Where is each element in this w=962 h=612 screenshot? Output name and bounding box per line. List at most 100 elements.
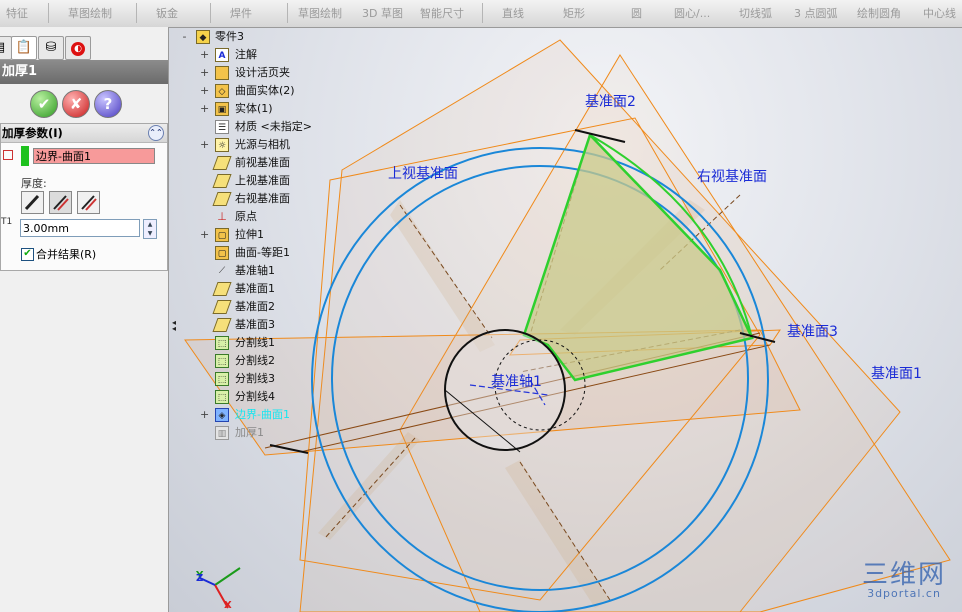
tree-item-label: 分割线4: [235, 390, 275, 403]
tree-item-label: 加厚1: [235, 426, 264, 439]
cancel-button[interactable]: ✘: [62, 90, 90, 118]
tree-item-label: 光源与相机: [235, 138, 290, 151]
tree-item-label: 分割线2: [235, 354, 275, 367]
thicken-side1-button[interactable]: [21, 191, 44, 214]
tab-features[interactable]: 特征: [6, 5, 28, 21]
axis1-label: 基准轴1: [491, 374, 542, 390]
group-header[interactable]: 加厚参数(I) ⌃⌃: [1, 124, 167, 143]
rectangle-button[interactable]: 矩形: [563, 5, 585, 21]
plane2-label: 基准面2: [585, 94, 636, 110]
command-manager-toolbar: 特征 草图绘制 钣金 焊件 草图绘制 3D 草图 智能尺寸 直线 矩形 圆 圆心…: [0, 0, 962, 28]
tree-item-label: 右视基准面: [235, 192, 290, 205]
tree-item-label: 曲面-等距1: [235, 246, 290, 259]
tree-item-label: 设计活页夹: [235, 66, 290, 79]
toolbar-separator: [136, 3, 137, 23]
panel-splitter-handle[interactable]: ◂ ◂: [172, 319, 176, 333]
thicken-icon: ▥: [215, 426, 229, 440]
help-button[interactable]: ?: [94, 90, 122, 118]
tree-item-label: 基准面1: [235, 282, 275, 295]
thicken-both-sides-button[interactable]: [49, 191, 72, 214]
tree-item-label: 原点: [235, 210, 257, 223]
axis-icon: ⟋: [218, 266, 226, 276]
offset-surface-icon: ▢: [215, 246, 229, 260]
solid-bodies-icon: ▣: [215, 102, 229, 116]
expand-toggle[interactable]: +: [200, 406, 209, 424]
tree-item-label: 注解: [235, 48, 257, 61]
surface-selection-icon: [3, 150, 13, 160]
boundary-surface-icon: ◈: [215, 408, 229, 422]
center-arc-button[interactable]: 圆心/...: [674, 5, 710, 21]
thickness-spinner[interactable]: ▲ ▼: [143, 219, 157, 239]
thicken-side2-button[interactable]: [77, 191, 100, 214]
feature-title: 加厚1: [0, 60, 168, 84]
centerline-button[interactable]: 中心线: [923, 5, 956, 21]
panel-tabs: ▤ 📋 ⛁ ◐: [0, 33, 168, 60]
expand-toggle[interactable]: +: [200, 136, 209, 154]
3d-sketch-button[interactable]: 3D 草图: [362, 5, 403, 21]
watermark: 三维网 3dportal.cn: [862, 562, 946, 599]
collapse-toggle[interactable]: -: [180, 28, 189, 46]
circle-button[interactable]: 圆: [631, 5, 642, 21]
lights-cameras-icon: ☼: [215, 138, 229, 152]
ok-button[interactable]: ✔: [30, 90, 58, 118]
smart-dimension-button[interactable]: 智能尺寸: [420, 5, 464, 21]
side2-icon: [81, 195, 97, 211]
thickness-label: 厚度:: [21, 177, 47, 190]
tab-sheet-metal[interactable]: 钣金: [156, 5, 178, 21]
plane1-label: 基准面1: [871, 366, 922, 382]
tree-item-label: 基准轴1: [235, 264, 275, 277]
merge-result-checkbox[interactable]: ✔: [21, 248, 34, 261]
split-line-icon: ⬚: [215, 390, 229, 404]
tab-property-manager[interactable]: 📋: [11, 36, 37, 60]
sketch-button[interactable]: 草图绘制: [298, 5, 342, 21]
toolbar-separator: [287, 3, 288, 23]
selection-color-swatch: [21, 146, 29, 166]
triad-z-label: Z: [196, 573, 204, 584]
tree-item-label: 基准面3: [235, 318, 275, 331]
thickness-input[interactable]: 3.00mm: [20, 219, 140, 237]
tab-sketch[interactable]: 草图绘制: [68, 5, 112, 21]
tangent-arc-button[interactable]: 切线弧: [739, 5, 772, 21]
split-line-icon: ⬚: [215, 372, 229, 386]
expand-toggle[interactable]: +: [200, 100, 209, 118]
side1-icon: [24, 194, 40, 211]
sketch-fillet-button[interactable]: 绘制圆角: [857, 5, 901, 21]
expand-toggle[interactable]: +: [200, 82, 209, 100]
tab-weldments[interactable]: 焊件: [230, 5, 252, 21]
line-button[interactable]: 直线: [502, 5, 524, 21]
tree-item-label: 分割线3: [235, 372, 275, 385]
checkmark-icon: ✔: [37, 95, 51, 113]
triad-x-label: X: [224, 600, 232, 611]
expand-toggle[interactable]: +: [200, 226, 209, 244]
toolbar-separator: [48, 3, 49, 23]
surface-bodies-icon: ◇: [215, 84, 229, 98]
origin-icon: ⊥: [217, 210, 227, 223]
split-line-icon: ⬚: [215, 354, 229, 368]
expand-toggle[interactable]: +: [200, 64, 209, 82]
coordinate-triad: [199, 567, 241, 609]
tree-item-label: 拉伸1: [235, 228, 264, 241]
tree-item-label: 基准面2: [235, 300, 275, 313]
design-binder-icon: [215, 66, 229, 80]
merge-result-label: 合并结果(R): [36, 248, 97, 261]
cross-icon: ✘: [69, 95, 83, 113]
plane3-label: 基准面3: [787, 324, 838, 340]
annotation-icon: A: [215, 48, 229, 62]
tree-item-label: 实体(1): [235, 102, 273, 115]
watermark-url: 3dportal.cn: [867, 587, 941, 600]
toolbar-separator: [210, 3, 211, 23]
material-icon: ☰: [215, 120, 229, 134]
three-point-arc-button[interactable]: 3 点圆弧: [794, 5, 838, 21]
watermark-logo: 三维网: [862, 560, 947, 590]
tab-display-manager[interactable]: ◐: [65, 36, 91, 60]
top-plane-label: 上视基准面: [388, 166, 458, 182]
group-title: 加厚参数(I): [2, 126, 63, 140]
tab-configuration-manager[interactable]: ⛁: [38, 36, 64, 60]
both-sides-icon: [53, 195, 69, 211]
expand-toggle[interactable]: +: [200, 46, 209, 64]
graphics-viewport[interactable]: 基准面2 上视基准面 右视基准面 基准面3 基准面1 基准轴1 Y Z X: [169, 28, 962, 612]
model-geometry: [184, 39, 951, 612]
surface-selection-box[interactable]: 边界-曲面1: [33, 148, 155, 164]
tree-item-label: 前视基准面: [235, 156, 290, 169]
collapse-icon[interactable]: ⌃⌃: [148, 125, 164, 141]
